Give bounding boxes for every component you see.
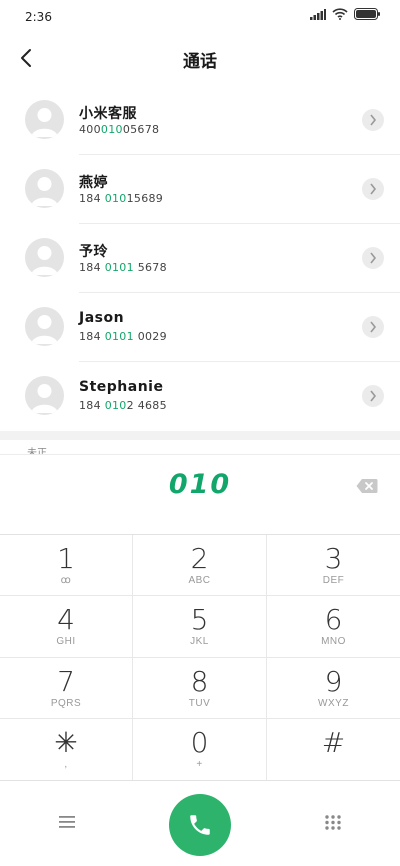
contact-row[interactable]: 小米客服 40001005678: [0, 86, 400, 155]
contact-detail-button[interactable]: [362, 178, 384, 200]
contact-row[interactable]: 燕婷 184 01015689: [0, 155, 400, 224]
avatar: [25, 169, 64, 208]
key-8[interactable]: 8 TUV: [133, 658, 267, 719]
chevron-right-icon: [370, 114, 377, 126]
contact-detail-button[interactable]: [362, 316, 384, 338]
dialpad-toggle-button[interactable]: [324, 814, 342, 832]
person-icon: [31, 246, 58, 275]
header: 通话: [0, 34, 400, 82]
menu-button[interactable]: [58, 814, 76, 830]
menu-icon: [59, 816, 75, 828]
contact-number: 184 01015689: [79, 192, 164, 205]
section-separator: [0, 431, 400, 440]
key-digit: 2: [190, 542, 209, 575]
avatar: [25, 100, 64, 139]
voicemail-icon: ꝏ: [60, 575, 72, 586]
key-digit: 6: [324, 603, 343, 636]
key-hash[interactable]: #: [267, 719, 400, 781]
key-4[interactable]: 4 GHI: [0, 596, 133, 658]
key-9[interactable]: 9 WXYZ: [267, 658, 400, 719]
key-letters: DEF: [322, 575, 345, 586]
contact-name: Jason: [79, 310, 125, 326]
contact-detail-button[interactable]: [362, 385, 384, 407]
key-6[interactable]: 6 MNO: [267, 596, 400, 658]
battery-icon: [354, 8, 380, 20]
key-digit: ✳: [54, 726, 78, 759]
chevron-right-icon: [370, 252, 377, 264]
key-letters: TUV: [188, 698, 211, 709]
key-digit: 9: [324, 665, 343, 698]
section-label: 未正: [27, 448, 47, 454]
key-1[interactable]: 1 ꝏ: [0, 535, 133, 596]
contact-row[interactable]: 予玲 184 0101 5678: [0, 224, 400, 293]
contact-row[interactable]: Stephanie 184 0102 4685: [0, 362, 400, 431]
key-digit: 7: [57, 665, 75, 698]
keypad: 1 ꝏ 2 ABC 3 DEF 4 GHI 5 JKL 6 MNO 7 PQRS…: [0, 534, 400, 781]
contact-list: 小米客服 40001005678 燕婷 184 01015689 予玲 184 …: [0, 86, 400, 431]
key-digit: 3: [324, 542, 343, 575]
contact-number: 184 0101 5678: [79, 261, 167, 274]
contact-number: 40001005678: [79, 123, 160, 136]
key-digit: 0: [190, 726, 209, 759]
key-7[interactable]: 7 PQRS: [0, 658, 133, 719]
key-letters: ABC: [188, 575, 211, 586]
chevron-right-icon: [370, 390, 377, 402]
key-letters: MNO: [321, 636, 346, 647]
key-digit: 1: [57, 542, 75, 575]
backspace-icon: [356, 479, 378, 493]
key-star[interactable]: ✳ ,: [0, 719, 133, 781]
contact-number: 184 0102 4685: [79, 399, 167, 412]
key-letters: GHI: [56, 636, 76, 647]
bottom-bar: [0, 780, 400, 866]
page-title: 通话: [183, 52, 217, 72]
call-button[interactable]: [169, 794, 231, 856]
person-icon: [31, 177, 58, 206]
key-letters: +: [196, 759, 203, 770]
contact-name: 予玲: [79, 244, 108, 260]
contact-name: 小米客服: [79, 106, 137, 122]
phone-icon: [190, 815, 210, 835]
key-letters: PQRS: [50, 698, 82, 709]
contact-detail-button[interactable]: [362, 247, 384, 269]
key-digit: 8: [190, 665, 209, 698]
key-letters: WXYZ: [318, 698, 349, 709]
signal-icon: [310, 8, 326, 20]
key-3[interactable]: 3 DEF: [267, 535, 400, 596]
key-digit: 5: [190, 603, 209, 636]
wifi-icon: [332, 8, 348, 20]
avatar: [25, 376, 64, 415]
chevron-right-icon: [370, 183, 377, 195]
avatar: [25, 307, 64, 346]
contact-row[interactable]: Jason 184 0101 0029: [0, 293, 400, 362]
status-icons: [310, 8, 380, 20]
dialed-number: 010: [168, 469, 232, 500]
key-letters: ,: [64, 759, 68, 770]
status-bar: 2:36: [0, 0, 400, 34]
person-icon: [31, 384, 58, 413]
backspace-button[interactable]: [356, 478, 378, 494]
dial-display: 010: [0, 454, 400, 534]
contact-name: Stephanie: [79, 379, 164, 395]
key-letters: JKL: [190, 636, 209, 647]
contact-name: 燕婷: [79, 175, 108, 191]
key-digit: 4: [57, 603, 75, 636]
key-digit: #: [321, 726, 346, 759]
contact-number: 184 0101 0029: [79, 330, 167, 343]
key-2[interactable]: 2 ABC: [133, 535, 267, 596]
person-icon: [31, 108, 58, 137]
status-time: 2:36: [25, 10, 52, 24]
key-5[interactable]: 5 JKL: [133, 596, 267, 658]
chevron-right-icon: [370, 321, 377, 333]
contact-detail-button[interactable]: [362, 109, 384, 131]
key-0[interactable]: 0 +: [133, 719, 267, 781]
person-icon: [31, 315, 58, 344]
avatar: [25, 238, 64, 277]
dialpad-icon: [325, 815, 341, 832]
